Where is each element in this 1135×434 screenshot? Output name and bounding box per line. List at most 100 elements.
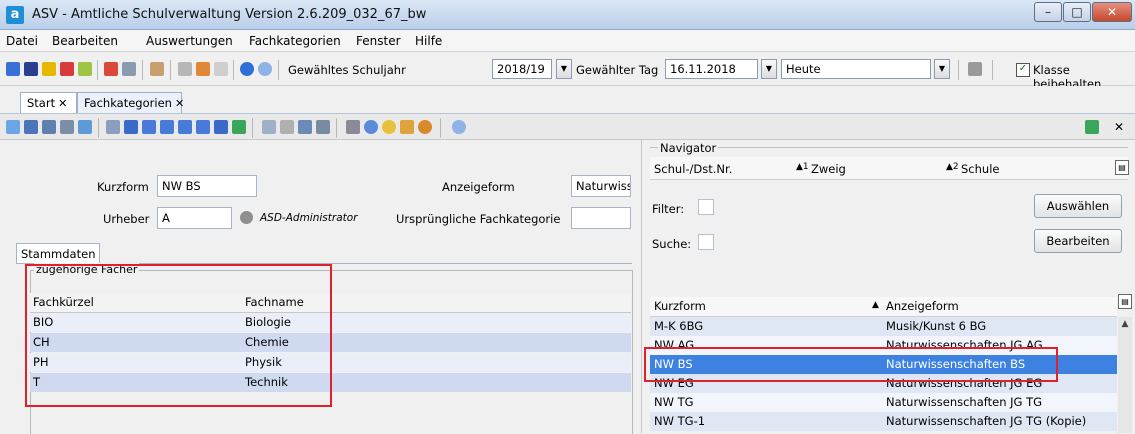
klasse-beibehalten-checkbox[interactable]: ✓ [1016, 63, 1030, 77]
help-icon[interactable] [452, 120, 466, 134]
help-icon[interactable] [258, 62, 272, 76]
delete-icon[interactable] [60, 120, 74, 134]
copy-icon[interactable] [298, 120, 312, 134]
anzeigeform-cell: Musik/Kunst 6 BG [886, 319, 987, 333]
menu-bar: Datei Bearbeiten Auswertungen Fachkatego… [0, 30, 1135, 52]
auswaehlen-button[interactable]: Auswählen [1034, 194, 1122, 218]
kurzform-cell: M-K 6BG [654, 319, 704, 333]
bearbeiten-button[interactable]: Bearbeiten [1034, 229, 1122, 253]
kurzform-cell: NW TG-1 [654, 414, 706, 428]
unterricht-icon[interactable] [60, 62, 74, 76]
sort-asc-icon: ▲1 [796, 162, 809, 172]
chevron-down-icon[interactable]: ▼ [556, 59, 572, 79]
maximize-button[interactable]: □ [1063, 2, 1091, 22]
edit-icon[interactable] [78, 120, 92, 134]
column-header-kurzform[interactable]: Kurzform [654, 299, 706, 313]
lightbulb-icon[interactable] [382, 120, 396, 134]
info-icon[interactable] [240, 62, 254, 76]
suche-checkbox[interactable] [698, 234, 714, 250]
navigator-title: Navigator [658, 141, 719, 155]
chevron-up-icon[interactable]: ▲ [1118, 317, 1132, 331]
menu-fenster[interactable]: Fenster [356, 34, 401, 48]
filter-checkbox[interactable] [698, 199, 714, 215]
column-header-schul-dst-nr[interactable]: Schul-/Dst.Nr. [654, 162, 732, 176]
fast-forward-icon[interactable] [196, 120, 210, 134]
minimize-button[interactable]: – [1034, 2, 1062, 22]
vertical-scrollbar[interactable]: ▲ [1118, 317, 1132, 433]
refresh-view-icon[interactable] [1085, 120, 1099, 134]
schueler-icon[interactable] [6, 62, 20, 76]
anzeigeform-field[interactable]: Naturwiss [571, 175, 631, 197]
new-record-icon[interactable] [6, 120, 20, 134]
clock-icon[interactable] [418, 120, 432, 134]
main-toolbar: Gewähltes Schuljahr 2018/19 ▼ Gewählter … [0, 52, 1135, 91]
navigator-header-row: Schul-/Dst.Nr. ▲1 Zweig ▲2 Schule ▤ [650, 157, 1129, 180]
menu-fachkategorien[interactable]: Fachkategorien [249, 34, 341, 48]
tag-date-field[interactable]: 16.11.2018 [665, 59, 758, 79]
urheber-field[interactable]: A [157, 207, 232, 229]
lightning-icon[interactable] [214, 62, 228, 76]
view-icon[interactable] [364, 120, 378, 134]
lehrer-icon[interactable] [42, 62, 56, 76]
refresh-icon[interactable] [232, 120, 246, 134]
save-icon[interactable] [24, 120, 38, 134]
brush-icon[interactable] [400, 120, 414, 134]
klassen-icon[interactable] [24, 62, 38, 76]
kurse-icon[interactable] [78, 62, 92, 76]
anzeigeform-cell: Naturwissenschaften JG TG [886, 395, 1043, 409]
window-title: ASV - Amtliche Schulverwaltung Version 2… [32, 7, 427, 22]
kurzform-field[interactable]: NW BS [157, 175, 257, 197]
tools-icon[interactable] [150, 62, 164, 76]
navigator-panel: Navigator Schul-/Dst.Nr. ▲1 Zweig ▲2 Sch… [641, 140, 1135, 433]
divider [650, 147, 1128, 148]
urspruengliche-fachkategorie-label: Ursprüngliche Fachkategorie [396, 212, 561, 226]
previous-icon[interactable] [160, 120, 174, 134]
close-icon[interactable]: ✕ [175, 97, 184, 110]
urheber-label: Urheber [103, 212, 150, 226]
list-item[interactable]: NW TG-1 Naturwissenschaften JG TG (Kopie… [650, 412, 1117, 431]
paste-icon[interactable] [316, 120, 330, 134]
menu-bearbeiten[interactable]: Bearbeiten [52, 34, 118, 48]
menu-auswertungen[interactable]: Auswertungen [146, 34, 233, 48]
list-item[interactable]: NW TG Naturwissenschaften JG TG [650, 393, 1117, 412]
table-icon[interactable] [106, 120, 120, 134]
heute-select[interactable]: Heute [781, 59, 931, 79]
print-icon[interactable] [178, 62, 192, 76]
last-record-icon[interactable] [214, 120, 228, 134]
column-chooser-icon[interactable]: ▤ [1118, 294, 1132, 309]
export-icon[interactable] [196, 62, 210, 76]
close-icon[interactable]: ✕ [58, 97, 67, 110]
first-record-icon[interactable] [124, 120, 138, 134]
undo-icon[interactable] [42, 120, 56, 134]
app-logo-icon: a [6, 6, 24, 24]
arrow-left-icon[interactable] [262, 120, 276, 134]
tab-fachkategorien[interactable]: Fachkategorien ✕ [77, 92, 184, 113]
next-icon[interactable] [178, 120, 192, 134]
close-icon[interactable]: ✕ [1112, 120, 1126, 134]
tab-stammdaten[interactable]: Stammdaten [16, 243, 101, 263]
chevron-down-icon[interactable]: ▼ [761, 59, 777, 79]
klasse-icon[interactable] [968, 62, 982, 76]
book-icon[interactable] [104, 62, 118, 76]
list-item[interactable]: M-K 6BG Musik/Kunst 6 BG [650, 317, 1117, 336]
urheber-name: ASD-Administrator [260, 212, 358, 224]
menu-datei[interactable]: Datei [6, 34, 38, 48]
column-header-zweig[interactable]: Zweig [811, 162, 846, 176]
column-header-schule[interactable]: Schule [961, 162, 999, 176]
chevron-down-icon[interactable]: ▼ [934, 59, 950, 79]
cut-icon[interactable] [280, 120, 294, 134]
title-bar: a ASV - Amtliche Schulverwaltung Version… [0, 0, 1135, 30]
fast-back-icon[interactable] [142, 120, 156, 134]
column-header-anzeigeform[interactable]: Anzeigeform [886, 299, 959, 313]
print-icon[interactable] [346, 120, 360, 134]
column-chooser-icon[interactable]: ▤ [1115, 160, 1129, 175]
menu-hilfe[interactable]: Hilfe [415, 34, 442, 48]
anzeigeform-label: Anzeigeform [442, 180, 515, 194]
urspruengliche-fachkategorie-field[interactable] [571, 207, 631, 229]
suche-label: Suche: [652, 237, 692, 251]
tab-start[interactable]: Start ✕ [20, 92, 77, 113]
highlight-box [25, 264, 332, 407]
close-window-button[interactable]: ✕ [1092, 2, 1132, 22]
calculator-icon[interactable] [122, 62, 136, 76]
schuljahr-select[interactable]: 2018/19 [492, 59, 552, 79]
